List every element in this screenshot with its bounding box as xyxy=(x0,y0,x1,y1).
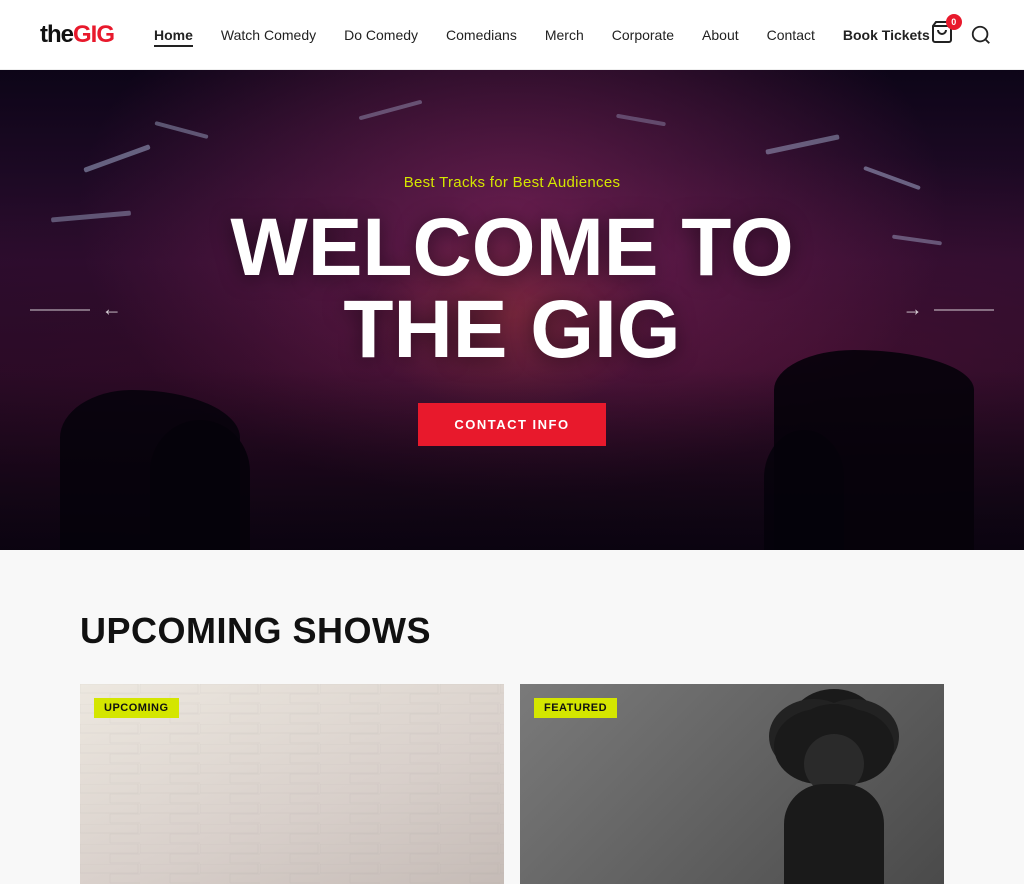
hero-content: Best Tracks for Best Audiences WELCOME T… xyxy=(230,174,793,446)
cart-badge: 0 xyxy=(946,14,962,30)
show-card-featured[interactable]: FEATURED xyxy=(520,684,944,884)
badge-upcoming: UPCOMING xyxy=(94,698,179,718)
hero-cta-button[interactable]: CONTACT INFO xyxy=(418,403,605,446)
person-silhouette xyxy=(764,704,904,884)
arrow-left-line xyxy=(30,310,90,311)
nav-merch[interactable]: Merch xyxy=(545,27,584,43)
badge-featured: FEATURED xyxy=(534,698,617,718)
nav-about[interactable]: About xyxy=(702,27,739,43)
cart-icon-wrapper[interactable]: 0 xyxy=(930,20,954,49)
logo-gig: GIG xyxy=(73,21,114,48)
nav-do-comedy[interactable]: Do Comedy xyxy=(344,27,418,43)
logo-the: the xyxy=(40,21,73,48)
nav-watch-comedy[interactable]: Watch Comedy xyxy=(221,27,316,43)
hero-next-button[interactable]: → xyxy=(892,289,1004,332)
nav-comedians[interactable]: Comedians xyxy=(446,27,517,43)
hero-section: Best Tracks for Best Audiences WELCOME T… xyxy=(0,70,1024,550)
arrow-right-line xyxy=(934,310,994,311)
hero-subtitle: Best Tracks for Best Audiences xyxy=(230,174,793,191)
main-nav: Home Watch Comedy Do Comedy Comedians Me… xyxy=(154,27,930,43)
site-header: theGIG Home Watch Comedy Do Comedy Comed… xyxy=(0,0,1024,70)
nav-corporate[interactable]: Corporate xyxy=(612,27,674,43)
nav-home[interactable]: Home xyxy=(154,27,193,43)
person-body xyxy=(784,784,884,884)
search-icon[interactable] xyxy=(970,24,992,46)
silhouette-right-2 xyxy=(764,430,844,550)
nav-contact[interactable]: Contact xyxy=(767,27,815,43)
hero-prev-button[interactable]: ← xyxy=(20,289,132,332)
show-card-upcoming[interactable]: UPCOMING xyxy=(80,684,504,884)
site-logo[interactable]: theGIG xyxy=(40,21,114,49)
shows-grid: UPCOMING FEATURED xyxy=(80,684,944,884)
arrow-left-icon: ← xyxy=(102,299,122,321)
hero-title: WELCOME TO THE GIG xyxy=(230,207,793,371)
nav-book-tickets[interactable]: Book Tickets xyxy=(843,27,930,43)
hero-title-line2: THE GIG xyxy=(343,284,680,375)
hero-title-line1: WELCOME TO xyxy=(230,202,793,293)
header-icons: 0 xyxy=(930,20,992,49)
arrow-right-icon: → xyxy=(902,299,922,321)
upcoming-shows-section: UPCOMING SHOWS UPCOMING xyxy=(0,550,1024,884)
upcoming-shows-title: UPCOMING SHOWS xyxy=(80,610,944,652)
